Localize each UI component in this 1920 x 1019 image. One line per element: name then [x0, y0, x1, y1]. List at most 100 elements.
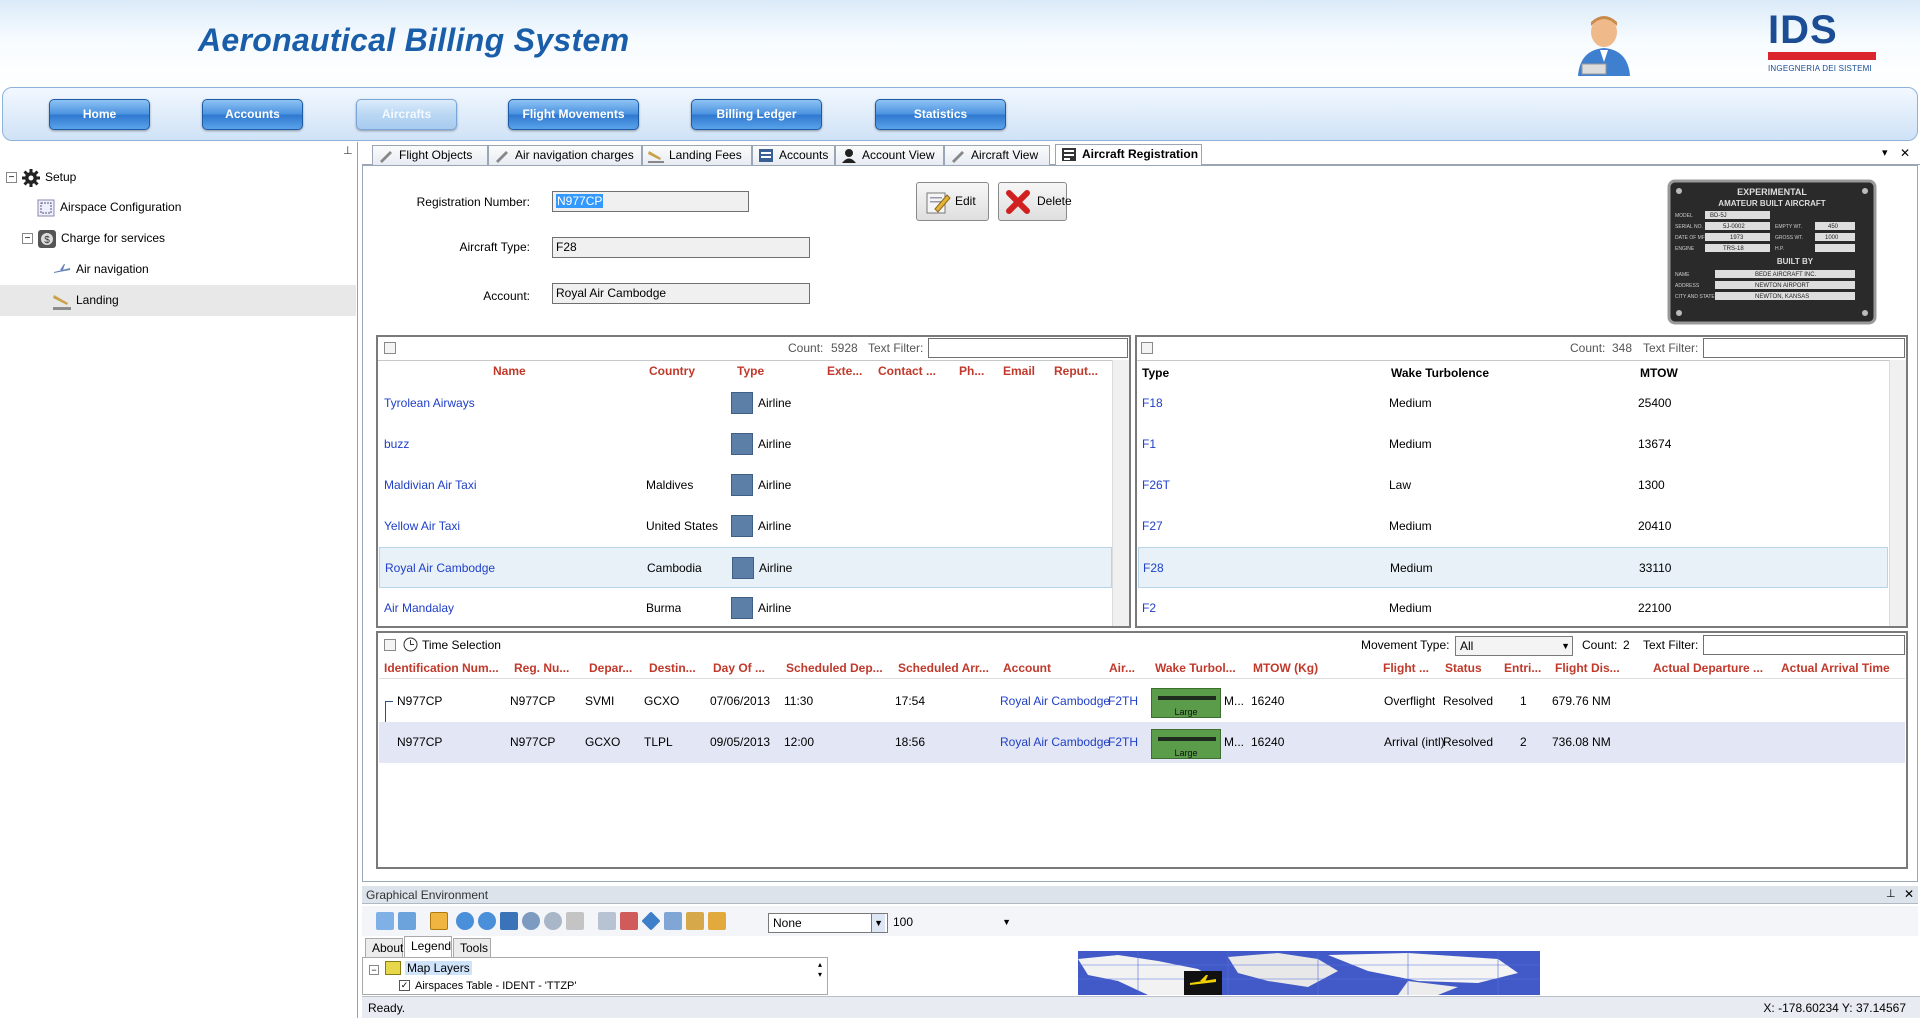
delete-button[interactable]: Delete: [998, 182, 1072, 221]
column-header-departure[interactable]: Depar...: [589, 661, 645, 675]
select-all-checkbox[interactable]: [1141, 342, 1153, 354]
nav-statistics-button[interactable]: Statistics: [875, 99, 1006, 130]
column-header-reputation[interactable]: Reput...: [1054, 364, 1098, 378]
table-row[interactable]: Maldivian Air Taxi Maldives Airline: [379, 465, 1112, 506]
legend-root-label[interactable]: Map Layers: [405, 961, 472, 975]
zoom-extent-icon[interactable]: [500, 912, 518, 930]
close-icon[interactable]: ✕: [1904, 887, 1914, 901]
tree-item-charge-for-services[interactable]: − $ Charge for services: [22, 225, 165, 251]
registration-number-field[interactable]: N977CP: [552, 191, 749, 212]
tab-account-view[interactable]: Account View: [835, 145, 944, 165]
column-header-email[interactable]: Email: [1003, 364, 1035, 378]
table-row[interactable]: buzz Airline: [379, 424, 1112, 465]
add-layer-icon[interactable]: [376, 912, 394, 930]
tab-flight-objects[interactable]: Flight Objects: [372, 145, 488, 165]
zoom-out-icon[interactable]: [478, 912, 496, 930]
tab-aircraft-registration[interactable]: Aircraft Registration: [1055, 144, 1202, 166]
clear-selection-icon[interactable]: [620, 912, 638, 930]
column-header-type[interactable]: Type: [1142, 366, 1169, 380]
collapse-icon[interactable]: −: [22, 233, 33, 245]
table-row[interactable]: F2 Medium 22100: [1138, 588, 1888, 624]
table-row[interactable]: Yellow Air Taxi United States Airline: [379, 506, 1112, 547]
column-header-type[interactable]: Type: [737, 364, 764, 378]
aircraft-type-field[interactable]: F28: [552, 237, 810, 258]
table-row-selected[interactable]: Royal Air Cambodge Cambodia Airline: [379, 547, 1112, 588]
table-row[interactable]: F1 Medium 13674: [1138, 424, 1888, 465]
nav-home-button[interactable]: Home: [49, 99, 150, 130]
column-header-name[interactable]: Name: [493, 364, 526, 378]
table-row[interactable]: Air Mandalay Burma Airline: [379, 588, 1112, 624]
nav-aircrafts-button[interactable]: Aircrafts: [356, 99, 457, 130]
table-row[interactable]: F18 Medium 25400: [1138, 383, 1888, 424]
remove-layer-icon[interactable]: [398, 912, 416, 930]
tab-legend[interactable]: Legend: [404, 936, 452, 958]
select-icon[interactable]: [598, 912, 616, 930]
column-header-flight-distance[interactable]: Flight Dis...: [1555, 661, 1647, 675]
column-header-extension[interactable]: Exte...: [827, 364, 862, 378]
tree-item-landing[interactable]: Landing: [52, 287, 119, 313]
table-row[interactable]: N977CP N977CP SVMI GCXO 07/06/2013 11:30…: [379, 681, 1905, 722]
accounts-grid-scrollbar[interactable]: [1112, 360, 1129, 626]
tree-item-setup[interactable]: − Setup: [6, 164, 76, 190]
movements-text-filter-input[interactable]: [1703, 635, 1905, 655]
zoom-in-icon[interactable]: [456, 912, 474, 930]
account-field[interactable]: Royal Air Cambodge: [552, 283, 810, 304]
column-header-country[interactable]: Country: [649, 364, 695, 378]
column-header-entries[interactable]: Entri...: [1504, 661, 1548, 675]
tab-list-dropdown-icon[interactable]: ▾: [1882, 146, 1888, 159]
select-all-checkbox[interactable]: [384, 342, 396, 354]
pin-icon[interactable]: ⊥: [1886, 887, 1896, 900]
forward-icon[interactable]: [544, 912, 562, 930]
table-row-selected[interactable]: F28 Medium 33110: [1138, 547, 1888, 588]
tab-tools[interactable]: Tools: [453, 938, 491, 958]
column-header-aircraft[interactable]: Air...: [1109, 661, 1145, 675]
table-icon[interactable]: [664, 912, 682, 930]
nav-billing-ledger-button[interactable]: Billing Ledger: [691, 99, 822, 130]
types-grid-scrollbar[interactable]: [1889, 360, 1906, 626]
column-header-phone[interactable]: Ph...: [959, 364, 984, 378]
types-text-filter-input[interactable]: [1703, 338, 1905, 358]
pan-hand-icon[interactable]: [430, 912, 448, 930]
column-header-wake-turbolence[interactable]: Wake Turbolence: [1391, 366, 1489, 380]
pin-icon[interactable]: ⊥: [343, 144, 353, 157]
accounts-text-filter-input[interactable]: [928, 338, 1128, 358]
map-view[interactable]: [1078, 951, 1540, 995]
refresh-icon[interactable]: [566, 912, 584, 930]
tab-air-navigation-charges[interactable]: Air navigation charges: [488, 145, 642, 165]
tree-item-air-navigation[interactable]: Air navigation: [52, 256, 149, 282]
collapse-icon[interactable]: −: [369, 962, 379, 976]
table-row[interactable]: N977CP N977CP GCXO TLPL 09/05/2013 12:00…: [379, 722, 1905, 763]
column-header-scheduled-departure[interactable]: Scheduled Dep...: [786, 661, 896, 675]
close-icon[interactable]: ✕: [1900, 146, 1910, 160]
tab-about[interactable]: About: [365, 938, 403, 958]
column-header-mtow[interactable]: MTOW: [1640, 366, 1678, 380]
table-row[interactable]: F26T Law 1300: [1138, 465, 1888, 506]
measure-icon[interactable]: [708, 912, 726, 930]
back-icon[interactable]: [522, 912, 540, 930]
movement-type-select[interactable]: All ▼: [1455, 636, 1573, 656]
edit-button[interactable]: Edit: [916, 182, 989, 221]
table-row[interactable]: Tyrolean Airways Airline: [379, 383, 1112, 424]
nav-accounts-button[interactable]: Accounts: [202, 99, 303, 130]
column-header-actual-arrival[interactable]: Actual Arrival Time: [1781, 661, 1901, 675]
column-header-day-of[interactable]: Day Of ...: [713, 661, 777, 675]
column-header-registration[interactable]: Reg. Nu...: [514, 661, 582, 675]
column-header-scheduled-arrival[interactable]: Scheduled Arr...: [898, 661, 1000, 675]
legend-scrollbar[interactable]: ▴ ▾: [813, 960, 827, 994]
identify-icon[interactable]: [641, 911, 661, 931]
column-header-wake-turbolence[interactable]: Wake Turbol...: [1155, 661, 1235, 675]
column-header-mtow-kg[interactable]: MTOW (Kg): [1253, 661, 1353, 675]
legend-layer-label[interactable]: Airspaces Table - IDENT - 'TTZP': [415, 980, 577, 994]
column-header-identification[interactable]: Identification Num...: [384, 661, 504, 675]
time-selection-checkbox[interactable]: [384, 639, 396, 651]
column-header-actual-departure[interactable]: Actual Departure ...: [1653, 661, 1771, 675]
zoom-select[interactable]: 100 ▼: [889, 913, 1013, 933]
layer-select[interactable]: None ▼: [768, 913, 888, 933]
column-header-account[interactable]: Account: [1003, 661, 1103, 675]
column-header-flight[interactable]: Flight ...: [1383, 661, 1439, 675]
tree-item-airspace-configuration[interactable]: Airspace Configuration: [36, 194, 181, 220]
column-header-contact[interactable]: Contact ...: [878, 364, 936, 378]
column-header-destination[interactable]: Destin...: [649, 661, 709, 675]
tab-accounts[interactable]: Accounts: [752, 145, 835, 165]
nav-flight-movements-button[interactable]: Flight Movements: [508, 99, 639, 130]
